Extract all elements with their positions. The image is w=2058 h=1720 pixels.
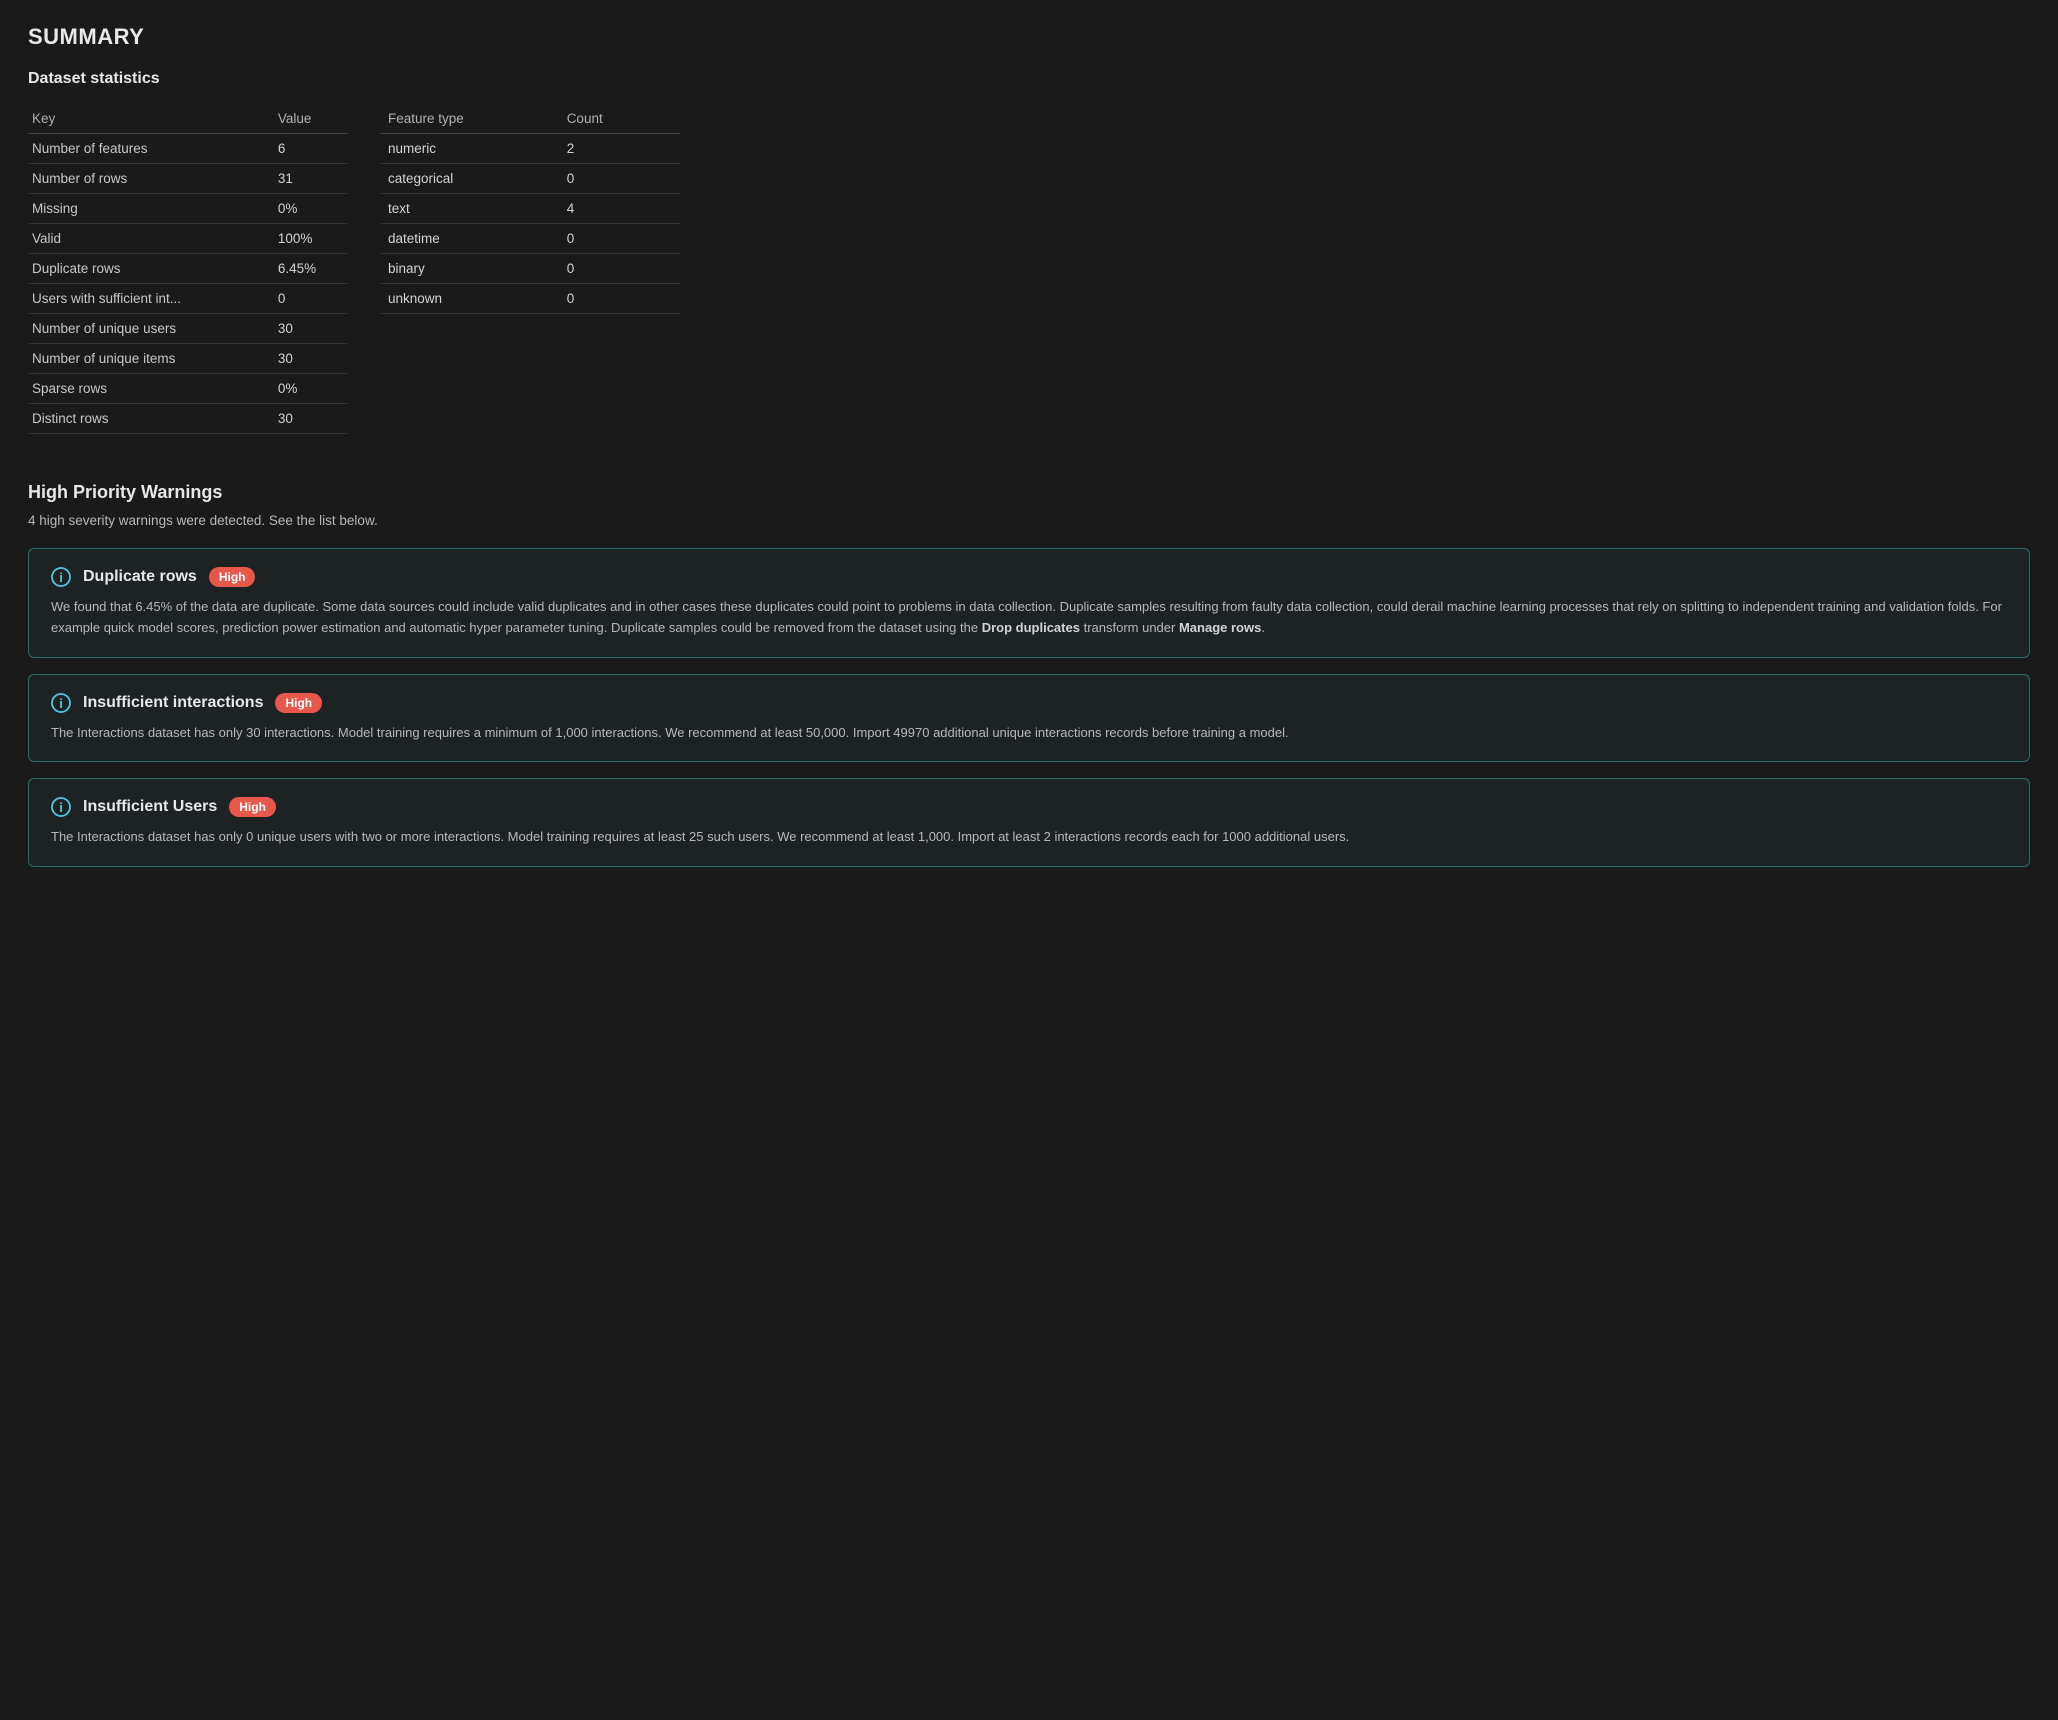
table-row: Number of unique users30 [28,314,348,344]
warning-card: i Duplicate rows High We found that 6.45… [28,548,2030,658]
warnings-description: 4 high severity warnings were detected. … [28,513,2030,528]
manage-rows-link[interactable]: Manage rows [1179,620,1261,635]
feature-col-type: Feature type [380,104,559,134]
stats-key: Users with sufficient int... [28,284,274,314]
table-row: Duplicate rows6.45% [28,254,348,284]
stats-key: Number of features [28,134,274,164]
feature-type: unknown [380,284,559,314]
feature-count: 0 [559,224,680,254]
table-row: text4 [380,194,680,224]
stats-key: Distinct rows [28,404,274,434]
warning-icon: i [51,567,71,587]
table-row: numeric2 [380,134,680,164]
warning-body: The Interactions dataset has only 30 int… [51,723,2007,744]
status-badge: High [209,567,256,587]
stats-value: 31 [274,164,348,194]
feature-type: binary [380,254,559,284]
stats-value: 100% [274,224,348,254]
stats-value: 6 [274,134,348,164]
table-row: Users with sufficient int...0 [28,284,348,314]
feature-count: 4 [559,194,680,224]
dataset-stats-container: Key Value Number of features6Number of r… [28,104,2030,434]
feature-type: categorical [380,164,559,194]
feature-count: 0 [559,284,680,314]
table-row: Distinct rows30 [28,404,348,434]
stats-col-key: Key [28,104,274,134]
stats-key-value-table: Key Value Number of features6Number of r… [28,104,348,434]
warning-title: Duplicate rows [83,568,197,586]
table-row: unknown0 [380,284,680,314]
stats-key: Number of unique users [28,314,274,344]
feature-count: 2 [559,134,680,164]
warning-header: i Duplicate rows High [51,567,2007,587]
warning-header: i Insufficient Users High [51,797,2007,817]
stats-key-value-table-container: Key Value Number of features6Number of r… [28,104,348,434]
stats-key: Duplicate rows [28,254,274,284]
stats-key: Number of unique items [28,344,274,374]
stats-value: 30 [274,314,348,344]
table-row: Missing0% [28,194,348,224]
page-title: SUMMARY [28,24,2030,50]
warning-title: Insufficient Users [83,798,217,816]
table-row: binary0 [380,254,680,284]
warning-icon: i [51,693,71,713]
stats-value: 30 [274,344,348,374]
table-row: categorical0 [380,164,680,194]
warning-card: i Insufficient Users High The Interactio… [28,778,2030,867]
status-badge: High [229,797,276,817]
warning-header: i Insufficient interactions High [51,693,2007,713]
drop-duplicates-link[interactable]: Drop duplicates [982,620,1080,635]
feature-type: numeric [380,134,559,164]
warnings-title: High Priority Warnings [28,482,2030,503]
feature-count: 0 [559,164,680,194]
warning-title: Insufficient interactions [83,694,263,712]
svg-text:i: i [59,800,63,815]
feature-type: datetime [380,224,559,254]
svg-text:i: i [59,696,63,711]
table-row: Sparse rows0% [28,374,348,404]
warning-body: We found that 6.45% of the data are dupl… [51,597,2007,639]
stats-key: Missing [28,194,274,224]
table-row: Number of features6 [28,134,348,164]
svg-text:i: i [59,570,63,585]
feature-type-table-container: Feature type Count numeric2categorical0t… [380,104,680,434]
feature-count: 0 [559,254,680,284]
table-row: Number of unique items30 [28,344,348,374]
stats-col-value: Value [274,104,348,134]
table-row: Valid100% [28,224,348,254]
stats-value: 0% [274,194,348,224]
warnings-section: High Priority Warnings 4 high severity w… [28,482,2030,867]
table-row: datetime0 [380,224,680,254]
feature-col-count: Count [559,104,680,134]
stats-value: 0% [274,374,348,404]
stats-key: Number of rows [28,164,274,194]
stats-value: 0 [274,284,348,314]
warnings-list: i Duplicate rows High We found that 6.45… [28,548,2030,867]
feature-type: text [380,194,559,224]
stats-key: Valid [28,224,274,254]
dataset-statistics-heading: Dataset statistics [28,70,2030,88]
stats-value: 30 [274,404,348,434]
stats-value: 6.45% [274,254,348,284]
status-badge: High [275,693,322,713]
feature-type-table: Feature type Count numeric2categorical0t… [380,104,680,314]
stats-key: Sparse rows [28,374,274,404]
table-row: Number of rows31 [28,164,348,194]
warning-body: The Interactions dataset has only 0 uniq… [51,827,2007,848]
warning-card: i Insufficient interactions High The Int… [28,674,2030,763]
warning-icon: i [51,797,71,817]
